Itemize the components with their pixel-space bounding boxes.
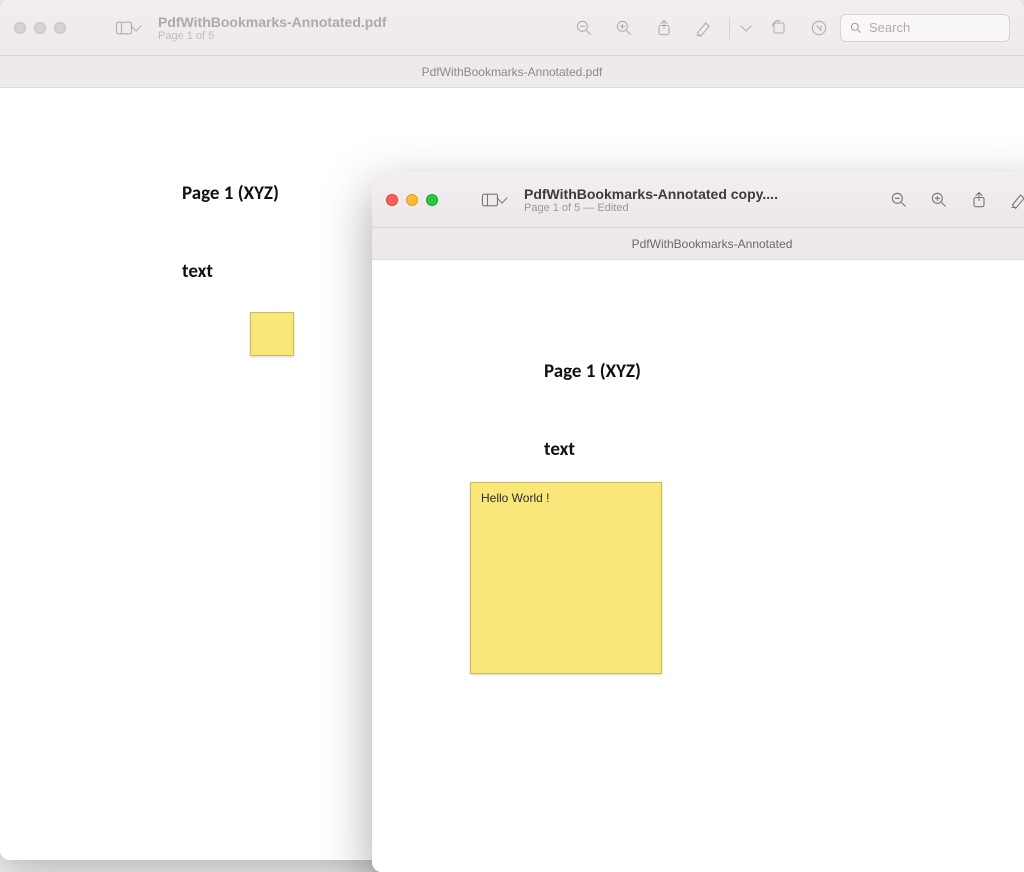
- sticky-note-annotation[interactable]: Hello World !: [470, 482, 662, 674]
- minimize-icon[interactable]: [34, 22, 46, 34]
- window-title: PdfWithBookmarks-Annotated copy....: [524, 186, 778, 202]
- share-icon: [969, 190, 989, 210]
- zoom-in-icon: [614, 18, 634, 38]
- share-icon: [654, 18, 674, 38]
- fullscreen-icon[interactable]: [54, 22, 66, 34]
- zoom-out-button[interactable]: [880, 184, 918, 216]
- zoom-out-icon: [889, 190, 909, 210]
- markup-button[interactable]: [1000, 184, 1024, 216]
- zoom-out-icon: [574, 18, 594, 38]
- tab-label[interactable]: PdfWithBookmarks-Annotated.pdf: [422, 65, 603, 79]
- window-controls: [14, 22, 66, 34]
- close-icon[interactable]: [386, 194, 398, 206]
- toolbar: PdfWithBookmarks-Annotated copy.... Page…: [372, 172, 1024, 228]
- markup-icon: [1009, 190, 1024, 210]
- sidebar-toggle-button[interactable]: [474, 184, 512, 216]
- window-title: PdfWithBookmarks-Annotated.pdf: [158, 14, 387, 30]
- share-button[interactable]: [960, 184, 998, 216]
- page-indicator: Page 1 of 5 — Edited: [524, 202, 778, 214]
- toolbar-right-group: [565, 12, 1010, 44]
- markup-dropdown-button[interactable]: [736, 12, 758, 44]
- share-button[interactable]: [645, 12, 683, 44]
- page-indicator: Page 1 of 5: [158, 30, 387, 42]
- sticky-note-text: Hello World !: [471, 483, 661, 513]
- sticky-note-annotation[interactable]: [250, 312, 294, 356]
- page-heading: Page 1 (XYZ): [182, 182, 279, 205]
- window-controls: [386, 194, 438, 206]
- markup-icon: [694, 18, 714, 38]
- fullscreen-icon[interactable]: [426, 194, 438, 206]
- close-icon[interactable]: [14, 22, 26, 34]
- zoom-in-button[interactable]: [605, 12, 643, 44]
- markup-button[interactable]: [685, 12, 723, 44]
- search-icon: [849, 21, 863, 35]
- page-text-label: text: [182, 260, 213, 283]
- page-heading: Page 1 (XYZ): [544, 360, 641, 383]
- preview-window-front: PdfWithBookmarks-Annotated copy.... Page…: [372, 172, 1024, 872]
- document-canvas[interactable]: Page 1 (XYZ) text Hello World !: [372, 260, 1024, 872]
- page-text-label: text: [544, 438, 575, 461]
- toolbar: PdfWithBookmarks-Annotated.pdf Page 1 of…: [0, 0, 1024, 56]
- window-title-group: PdfWithBookmarks-Annotated.pdf Page 1 of…: [158, 14, 387, 42]
- rotate-icon: [769, 18, 789, 38]
- toolbar-right-group: [880, 184, 1024, 216]
- zoom-out-button[interactable]: [565, 12, 603, 44]
- search-input[interactable]: [869, 20, 989, 35]
- tab-bar: PdfWithBookmarks-Annotated.pdf: [0, 56, 1024, 88]
- highlight-button[interactable]: [800, 12, 838, 44]
- sidebar-toggle-button[interactable]: [108, 12, 146, 44]
- tab-label[interactable]: PdfWithBookmarks-Annotated: [632, 237, 793, 251]
- window-title-group: PdfWithBookmarks-Annotated copy.... Page…: [524, 186, 778, 214]
- tab-bar: PdfWithBookmarks-Annotated: [372, 228, 1024, 260]
- toolbar-separator: [729, 17, 730, 39]
- highlight-icon: [809, 18, 829, 38]
- search-field[interactable]: [840, 14, 1010, 42]
- rotate-button[interactable]: [760, 12, 798, 44]
- chevron-down-icon: [740, 20, 751, 31]
- zoom-in-button[interactable]: [920, 184, 958, 216]
- minimize-icon[interactable]: [406, 194, 418, 206]
- zoom-in-icon: [929, 190, 949, 210]
